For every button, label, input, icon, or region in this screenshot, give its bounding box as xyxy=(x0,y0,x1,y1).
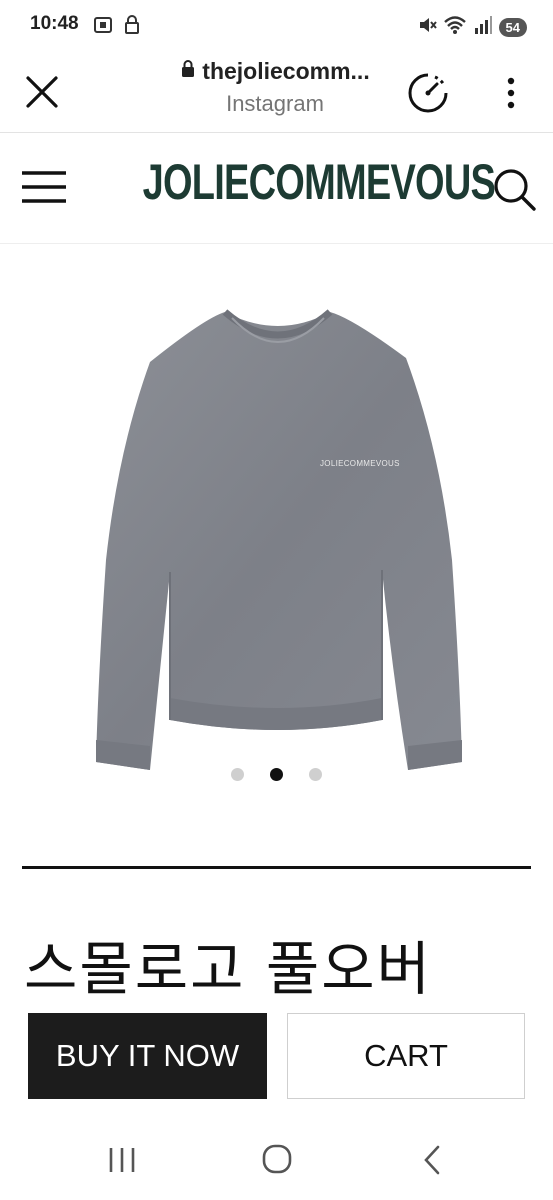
speed-icon xyxy=(408,73,448,113)
url-text: thejoliecomm... xyxy=(202,58,370,84)
home-button[interactable] xyxy=(253,1142,301,1178)
mute-icon xyxy=(417,14,437,41)
recent-apps-button[interactable] xyxy=(98,1142,146,1178)
product-image[interactable]: JOLIECOMMEVOUS xyxy=(90,300,465,780)
status-left-icons xyxy=(92,14,142,41)
cart-button[interactable]: CART xyxy=(287,1013,525,1099)
search-icon xyxy=(494,169,536,211)
buy-now-button[interactable]: BUY IT NOW xyxy=(28,1013,267,1099)
close-button[interactable] xyxy=(20,70,64,114)
status-right-icons: 54 xyxy=(417,14,527,41)
in-app-browser-bar: thejoliecomm... Instagram xyxy=(0,52,553,133)
status-time: 10:48 xyxy=(30,13,79,34)
carousel-dot[interactable] xyxy=(309,768,322,781)
menu-button[interactable] xyxy=(20,167,68,207)
back-button[interactable] xyxy=(408,1142,456,1178)
lock-icon xyxy=(180,59,196,84)
brand-logo[interactable]: JOLIECOMMEVOUS xyxy=(143,153,496,211)
search-button[interactable] xyxy=(490,165,538,213)
close-icon xyxy=(26,76,58,108)
status-bar: 10:48 54 xyxy=(0,0,553,52)
carousel-dot[interactable] xyxy=(231,768,244,781)
url-block[interactable]: thejoliecomm... Instagram xyxy=(150,58,400,117)
back-icon xyxy=(424,1145,440,1175)
carousel-indicator xyxy=(0,768,553,781)
wifi-icon xyxy=(443,14,467,41)
carousel-dot-active[interactable] xyxy=(270,768,283,781)
system-nav-bar xyxy=(0,1120,553,1200)
sweater-logo-print: JOLIECOMMEVOUS xyxy=(320,459,400,468)
recent-apps-icon xyxy=(109,1148,135,1172)
source-label: Instagram xyxy=(226,91,324,116)
page-speed-button[interactable] xyxy=(405,70,451,116)
lock-icon xyxy=(122,14,142,41)
screenshot-icon xyxy=(92,14,114,41)
battery-indicator: 54 xyxy=(498,18,527,37)
more-options-button[interactable] xyxy=(494,70,528,116)
sweater-image: JOLIECOMMEVOUS xyxy=(96,309,462,770)
home-icon xyxy=(262,1144,292,1174)
menu-icon xyxy=(22,171,66,203)
divider xyxy=(22,866,531,869)
product-title: 스몰로고 풀오버 xyxy=(24,935,432,1003)
site-header: JOLIECOMMEVOUS xyxy=(0,133,553,244)
signal-icon xyxy=(473,14,493,41)
more-icon xyxy=(507,77,515,109)
